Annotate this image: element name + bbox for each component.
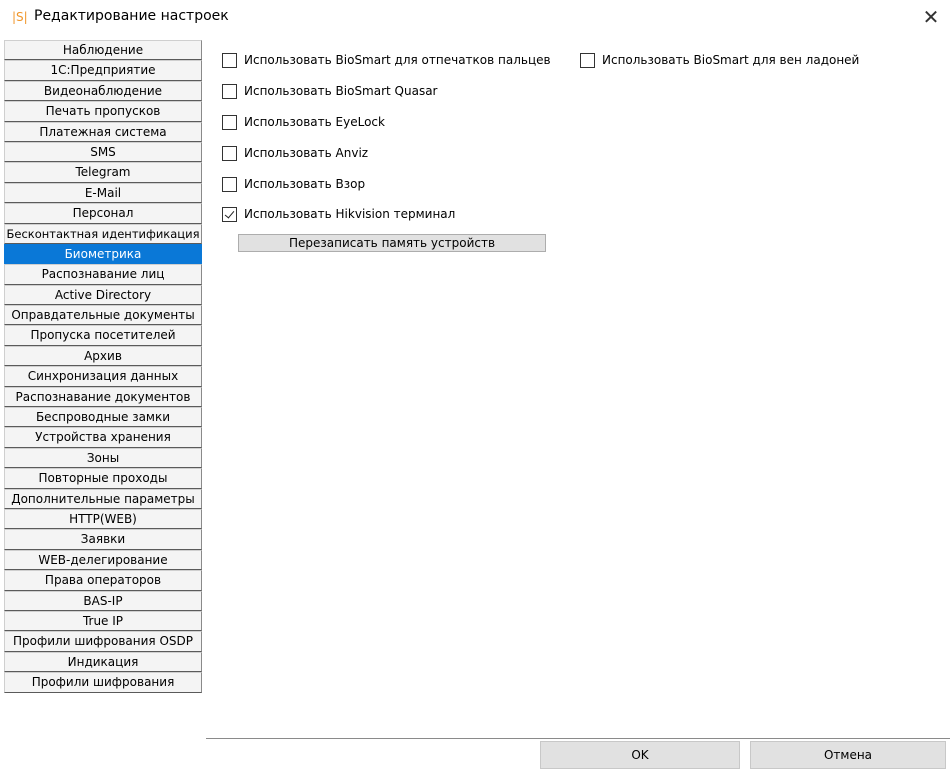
cancel-button[interactable]: Отмена [750, 741, 946, 769]
checkbox[interactable] [222, 52, 237, 68]
close-icon[interactable]: ✕ [920, 6, 942, 28]
option-biosmart-quasar[interactable]: Использовать BioSmart Quasar [222, 81, 438, 101]
sidebar-item[interactable]: Платежная система [4, 121, 202, 142]
option-label: Использовать Hikvision терминал [244, 207, 456, 221]
sidebar-item[interactable]: Устройства хранения [4, 427, 202, 448]
sidebar-item[interactable]: Индикация [4, 651, 202, 673]
sidebar-item[interactable]: 1С:Предприятие [4, 60, 202, 81]
sidebar-item[interactable]: Печать пропусков [4, 101, 202, 122]
sidebar-item[interactable]: Зоны [4, 447, 202, 469]
sidebar-item[interactable]: Пропуска посетителей [4, 325, 202, 346]
checkbox[interactable] [222, 114, 237, 130]
option-label: Использовать BioSmart для вен ладоней [602, 53, 860, 67]
settings-sidebar: Наблюдение 1С:Предприятие Видеонаблюдение П… [0, 40, 206, 693]
sidebar-item[interactable]: Бесконтактная идентификация [4, 223, 202, 244]
sidebar-item[interactable]: SMS [4, 141, 202, 163]
sidebar-item[interactable]: BAS-IP [4, 590, 202, 611]
option-vzor[interactable]: Использовать Взор [222, 174, 365, 194]
sidebar-item[interactable]: True IP [4, 610, 202, 632]
app-logo-icon: |S| [12, 10, 28, 24]
sidebar-item[interactable]: Повторные проходы [4, 468, 202, 489]
sidebar-item[interactable]: Профили шифрования OSDP [4, 631, 202, 652]
sidebar-item[interactable]: Персонал [4, 203, 202, 224]
rewrite-device-memory-button[interactable]: Перезаписать память устройств [238, 234, 546, 252]
sidebar-item[interactable]: HTTP(WEB) [4, 508, 202, 530]
sidebar-item[interactable]: Архив [4, 345, 202, 367]
sidebar-item[interactable]: Наблюдение [4, 40, 202, 61]
checkbox[interactable] [222, 145, 237, 161]
checkbox[interactable] [222, 176, 237, 192]
option-label: Использовать Взор [244, 177, 366, 191]
checkbox[interactable] [222, 206, 237, 222]
sidebar-item[interactable]: Оправдательные документы [4, 305, 202, 326]
option-anviz[interactable]: Использовать Anviz [222, 143, 368, 163]
option-eyelock[interactable]: Использовать EyeLock [222, 112, 385, 132]
sidebar-item[interactable]: E-Mail [4, 182, 202, 204]
sidebar-item[interactable]: Распознавание лиц [4, 264, 202, 285]
sidebar-item[interactable]: Синхронизация данных [4, 366, 202, 387]
option-label: Использовать BioSmart Quasar [244, 84, 438, 98]
window-title: Редактирование настроек [34, 8, 229, 24]
option-biosmart-palm-veins[interactable]: Использовать BioSmart для вен ладоней [580, 50, 859, 70]
option-biosmart-fingerprint[interactable]: Использовать BioSmart для отпечатков пал… [222, 50, 551, 70]
biometrics-panel: Использовать BioSmart для отпечатков пал… [222, 44, 942, 264]
sidebar-item[interactable]: WEB-делегирование [4, 549, 202, 571]
sidebar-item[interactable]: Заявки [4, 529, 202, 550]
ok-button[interactable]: OK [540, 741, 740, 769]
sidebar-item[interactable]: Видеонаблюдение [4, 80, 202, 102]
footer-divider [206, 738, 950, 739]
sidebar-item[interactable]: Права операторов [4, 570, 202, 591]
sidebar-item[interactable]: Active Directory [4, 284, 202, 306]
sidebar-item[interactable]: Профили шифрования [4, 672, 202, 693]
option-label: Использовать EyeLock [244, 115, 385, 129]
checkbox[interactable] [580, 52, 595, 68]
sidebar-item[interactable]: Беспроводные замки [4, 407, 202, 428]
sidebar-item[interactable]: Дополнительные параметры [4, 488, 202, 509]
option-label: Использовать Anviz [244, 146, 369, 160]
option-hikvision-terminal[interactable]: Использовать Hikvision терминал [222, 204, 455, 224]
sidebar-item[interactable]: Биометрика [4, 243, 202, 265]
checkbox[interactable] [222, 83, 237, 99]
option-label: Использовать BioSmart для отпечатков пал… [244, 53, 551, 67]
sidebar-item[interactable]: Распознавание документов [4, 386, 202, 408]
sidebar-item[interactable]: Telegram [4, 162, 202, 183]
title-bar: |S| Редактирование настроек ✕ [0, 0, 950, 36]
